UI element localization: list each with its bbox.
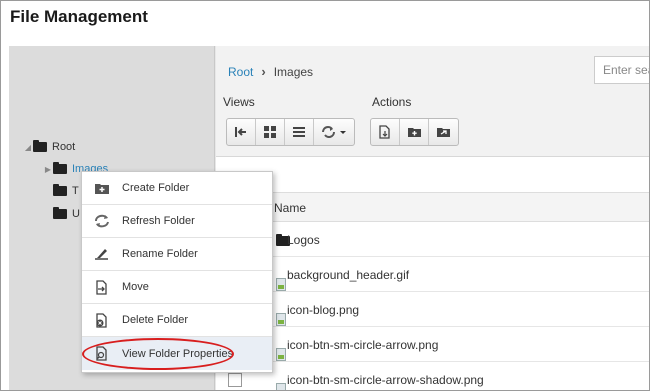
breadcrumb-current: Images xyxy=(273,64,314,79)
folder-icon xyxy=(53,207,67,219)
rename-icon xyxy=(82,247,122,261)
image-file-icon xyxy=(276,278,286,291)
table-row[interactable]: background_header.gif xyxy=(216,258,649,292)
menu-item-rename-folder[interactable]: Rename Folder xyxy=(82,238,272,271)
refresh-dropdown-button[interactable] xyxy=(314,119,354,145)
table-row[interactable]: icon-blog.png xyxy=(216,293,649,327)
menu-item-label: Create Folder xyxy=(122,182,190,194)
image-file-icon xyxy=(276,313,286,326)
breadcrumb-separator: › xyxy=(261,64,266,79)
content-panel: Root › Images Views Actions xyxy=(216,46,649,390)
table-row[interactable]: Logos xyxy=(216,223,649,257)
column-header-name[interactable]: Name xyxy=(216,192,649,222)
folder-icon xyxy=(33,140,47,152)
table-row[interactable]: icon-btn-sm-circle-arrow-shadow.png xyxy=(216,363,649,390)
row-name: icon-btn-sm-circle-arrow.png xyxy=(287,337,439,352)
row-checkbox[interactable] xyxy=(228,372,242,387)
row-name: Logos xyxy=(287,232,320,247)
menu-item-label: Rename Folder xyxy=(122,248,198,260)
menu-item-move[interactable]: Move xyxy=(82,271,272,304)
file-management-window: File Management ◢ Root ▶ Images T U Root… xyxy=(0,0,650,391)
tree-node-root[interactable]: ◢ Root xyxy=(23,140,76,153)
grid-view-button[interactable] xyxy=(256,119,285,145)
row-name: icon-btn-sm-circle-arrow-shadow.png xyxy=(287,372,484,387)
refresh-dropdown-icon xyxy=(322,126,346,138)
tree-node-label: U xyxy=(72,208,80,220)
page-title: File Management xyxy=(10,7,148,26)
menu-item-refresh-folder[interactable]: Refresh Folder xyxy=(82,205,272,238)
list-view-icon xyxy=(293,127,305,137)
breadcrumb: Root › Images xyxy=(228,64,313,79)
file-grid: Name Logos background_header.gif icon-bl… xyxy=(216,156,649,390)
back-arrow-icon xyxy=(235,127,246,137)
back-button[interactable] xyxy=(227,119,256,145)
refresh-icon xyxy=(82,214,122,228)
tree-node-label: Root xyxy=(52,141,76,153)
folder-icon xyxy=(53,162,67,174)
new-file-button[interactable] xyxy=(371,119,400,145)
breadcrumb-root-link[interactable]: Root xyxy=(228,65,253,79)
highlight-annotation-oval xyxy=(82,338,234,370)
tree-node-label: T xyxy=(72,185,79,197)
menu-item-label: Move xyxy=(122,281,149,293)
menu-item-delete-folder[interactable]: Delete Folder xyxy=(82,304,272,337)
new-file-icon xyxy=(379,125,390,139)
create-folder-icon xyxy=(82,182,122,195)
upload-button[interactable] xyxy=(429,119,458,145)
folder-icon xyxy=(53,184,67,196)
tree-node-t[interactable]: T xyxy=(53,184,79,197)
column-header-label: Name xyxy=(274,201,307,215)
actions-button-group xyxy=(370,118,459,146)
delete-icon xyxy=(82,312,122,328)
grid-view-icon xyxy=(264,126,276,138)
upload-icon xyxy=(437,128,450,137)
new-folder-button[interactable] xyxy=(400,119,429,145)
row-name: icon-blog.png xyxy=(287,302,360,317)
row-name: background_header.gif xyxy=(287,267,410,282)
image-file-icon xyxy=(276,383,286,390)
tree-node-u[interactable]: U xyxy=(53,207,80,220)
views-button-group xyxy=(226,118,355,146)
expand-arrow-icon[interactable]: ◢ xyxy=(23,143,33,152)
table-row[interactable]: icon-btn-sm-circle-arrow.png xyxy=(216,328,649,362)
list-view-button[interactable] xyxy=(285,119,314,145)
actions-label: Actions xyxy=(372,95,412,109)
views-label: Views xyxy=(223,95,255,109)
menu-item-create-folder[interactable]: Create Folder xyxy=(82,172,272,205)
move-icon xyxy=(82,279,122,295)
search-input[interactable] xyxy=(594,56,649,84)
menu-item-label: Refresh Folder xyxy=(122,215,195,227)
image-file-icon xyxy=(276,348,286,361)
new-folder-icon xyxy=(407,128,421,137)
collapse-arrow-icon[interactable]: ▶ xyxy=(43,165,53,174)
menu-item-label: Delete Folder xyxy=(122,314,189,326)
